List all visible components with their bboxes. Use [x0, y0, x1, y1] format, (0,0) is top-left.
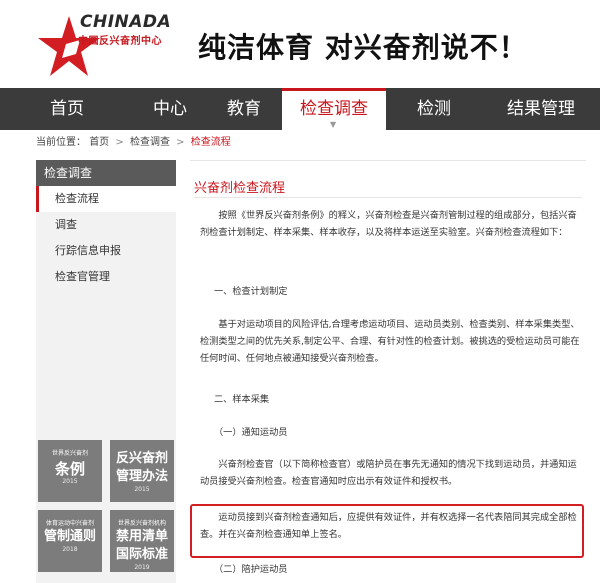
- tile-subtitle: 世界反兴奋剂: [51, 450, 88, 457]
- nav-item-results[interactable]: 结果管理: [482, 88, 600, 130]
- sidebar-heading: 检查调查: [36, 160, 176, 186]
- title-divider: [194, 197, 582, 198]
- nav-item-inspection-label: 检查调查: [300, 99, 368, 119]
- tile-title: 禁用清单国际标准: [115, 529, 168, 562]
- main-nav: 首页 中心 教育 检查调查 ▼ 检测 结果管理: [0, 88, 600, 130]
- nav-item-testing[interactable]: 检测: [386, 88, 482, 130]
- tile-year: 2018: [62, 546, 78, 553]
- tile-title: 管制通则: [43, 529, 96, 544]
- sidebar-item-officer-management[interactable]: 检查官管理: [36, 264, 176, 290]
- tile-year: 2015: [134, 486, 150, 493]
- nav-item-home[interactable]: 首页: [0, 88, 134, 130]
- nav-item-education[interactable]: 教育: [206, 88, 282, 130]
- tile-subtitle: 体育运动中兴奋剂: [45, 520, 94, 527]
- main-content: 兴奋剂检查流程 按照《世界反兴奋剂条例》的释义，兴奋剂检查是兴奋剂管制过程的组成…: [190, 160, 586, 583]
- breadcrumb-parent[interactable]: 检查调查: [130, 137, 170, 148]
- tile-prohibited-list[interactable]: 世界反兴奋剂机构 禁用清单国际标准 2019: [110, 510, 174, 572]
- highlighted-paragraph: 运动员接到兴奋剂检查通知后，应提供有效证件，并有权选择一名代表陪同其完成全部检查…: [200, 512, 577, 540]
- tile-wada-code[interactable]: 世界反兴奋剂 条例 2015: [38, 440, 102, 502]
- chinada-logo[interactable]: CHINADA 中国反兴奋剂中心: [32, 10, 182, 80]
- subsection-heading-escort: （二）陪护运动员: [214, 564, 288, 575]
- breadcrumb-current: 检查流程: [190, 137, 231, 148]
- breadcrumb-separator: >: [176, 137, 185, 148]
- breadcrumb-label: 当前位置：: [36, 137, 86, 148]
- sidebar-item-investigation[interactable]: 调查: [36, 212, 176, 238]
- notify-paragraph: 兴奋剂检查官（以下简称检查官）或陪护员在事先无通知的情况下找到运动员，并通知运动…: [200, 459, 577, 487]
- breadcrumb-separator: >: [115, 137, 124, 148]
- tile-anti-doping-regulations[interactable]: 反兴奋剂管理办法 2015: [110, 440, 174, 502]
- tile-control-rules[interactable]: 体育运动中兴奋剂 管制通则 2018: [38, 510, 102, 572]
- subsection-heading-notify: （一）通知运动员: [214, 427, 288, 438]
- chevron-down-icon: ▼: [330, 120, 337, 129]
- nav-item-center[interactable]: 中心: [134, 88, 206, 130]
- page-title: 兴奋剂检查流程: [194, 181, 286, 196]
- tile-title: 反兴奋剂管理办法: [115, 451, 168, 484]
- sidebar: 检查调查 检查流程 调查 行踪信息申报 检查官管理 世界反兴奋剂 条例 2015…: [36, 160, 176, 583]
- header-slogan: 纯洁体育 对兴奋剂说不！: [198, 31, 528, 64]
- tile-year: 2015: [62, 478, 78, 485]
- section-heading-plan: 一、检查计划制定: [214, 286, 288, 297]
- nav-item-inspection[interactable]: 检查调查 ▼: [282, 88, 386, 130]
- tile-subtitle: 世界反兴奋剂机构: [117, 520, 166, 527]
- plan-paragraph: 基于对运动项目的风险评估,合理考虑运动项目、运动员类别、检查类别、样本采集类型、…: [200, 319, 580, 364]
- site-header: CHINADA 中国反兴奋剂中心 纯洁体育 对兴奋剂说不！: [0, 0, 600, 88]
- logo-english-text: CHINADA: [80, 12, 172, 32]
- sidebar-item-inspection-process[interactable]: 检查流程: [36, 186, 176, 212]
- breadcrumb-home[interactable]: 首页: [89, 137, 109, 148]
- intro-paragraph: 按照《世界反兴奋剂条例》的释义，兴奋剂检查是兴奋剂管制过程的组成部分，包括兴奋剂…: [200, 210, 577, 238]
- tile-title: 条例: [54, 460, 85, 478]
- logo-chinese-text: 中国反兴奋剂中心: [78, 36, 162, 47]
- section-heading-sampling: 二、样本采集: [214, 394, 270, 405]
- tile-year: 2019: [134, 564, 150, 571]
- sidebar-item-whereabouts[interactable]: 行踪信息申报: [36, 238, 176, 264]
- breadcrumb: 当前位置： 首页 > 检查调查 > 检查流程: [36, 133, 231, 151]
